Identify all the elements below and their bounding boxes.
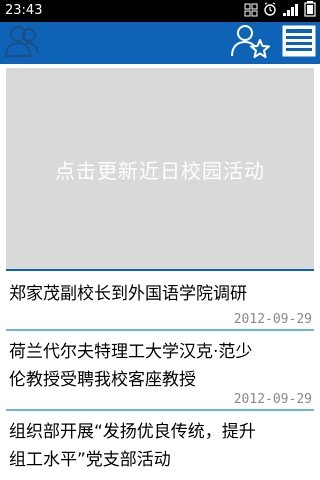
news-menu-icon xyxy=(281,24,317,62)
banner-divider xyxy=(6,269,314,271)
news-date: 2012-09-29 xyxy=(233,392,312,407)
news-content: 点击更新近日校园活动 郑家茂副校长到外国语学院调研 2012-09-29 荷兰代… xyxy=(0,64,320,480)
alarm-icon xyxy=(262,1,278,21)
banner-text: 点击更新近日校园活动 xyxy=(55,158,265,183)
app-header xyxy=(0,22,320,64)
status-icons xyxy=(244,1,316,21)
news-title-line-1: 组织部开展“发扬优良传统，提升 xyxy=(9,422,256,442)
status-time: 23:43 xyxy=(5,3,43,18)
news-item[interactable]: 郑家茂副校长到外国语学院调研 2012-09-29 xyxy=(6,280,314,340)
signal-icon xyxy=(282,2,300,21)
people-icon xyxy=(2,23,42,63)
news-title-line-2: 伦教授受聘我校客座教授 xyxy=(9,370,196,390)
people-button[interactable] xyxy=(0,22,44,64)
news-menu-button[interactable] xyxy=(278,22,320,64)
news-divider xyxy=(6,409,314,411)
user-star-icon xyxy=(229,22,273,64)
grid-icon xyxy=(244,2,258,21)
news-date: 2012-09-29 xyxy=(233,312,312,327)
campus-activity-banner[interactable]: 点击更新近日校园活动 xyxy=(6,68,314,270)
news-divider xyxy=(6,329,314,331)
status-bar: 23:43 xyxy=(0,0,320,22)
news-item[interactable]: 组织部开展“发扬优良传统，提升 组工水平”党支部活动 xyxy=(6,418,314,480)
news-title-line-1: 荷兰代尔夫特理工大学汉克·范少 xyxy=(9,342,253,362)
news-title: 郑家茂副校长到外国语学院调研 xyxy=(9,284,247,304)
battery-icon xyxy=(304,1,316,21)
news-item[interactable]: 荷兰代尔夫特理工大学汉克·范少 伦教授受聘我校客座教授 2012-09-29 xyxy=(6,338,314,416)
news-title-line-2: 组工水平”党支部活动 xyxy=(9,450,171,470)
user-favorite-button[interactable] xyxy=(228,22,274,64)
